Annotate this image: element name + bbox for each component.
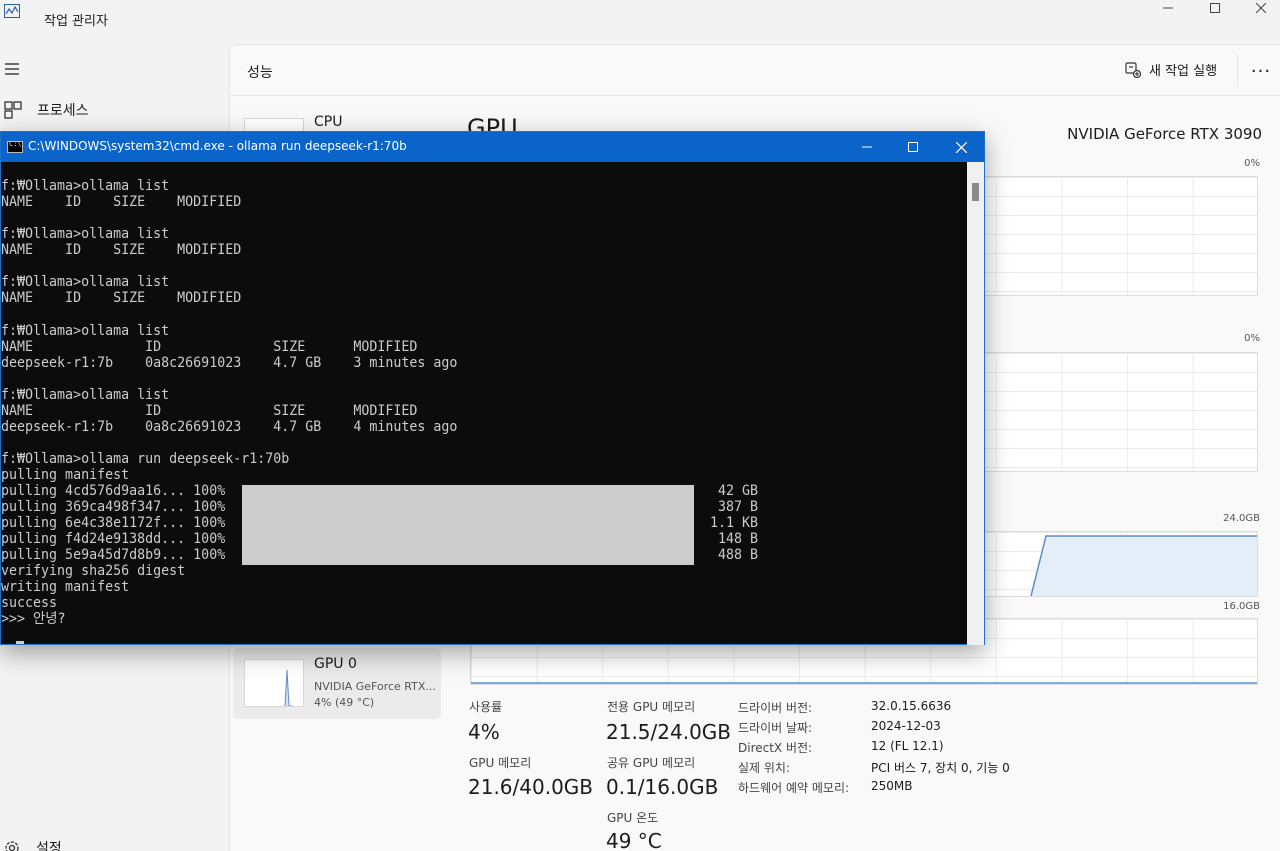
run-task-label: 새 작업 실행 <box>1149 64 1218 79</box>
run-new-task-button[interactable]: 새 작업 실행 <box>1125 60 1217 79</box>
pull-size: 148 B <box>718 531 759 547</box>
perf-card-gpu0[interactable]: GPU 0 NVIDIA GeForce RTX... 4% (49 °C) <box>233 648 441 719</box>
gpu0-mini-sparkline <box>284 669 293 707</box>
cmd-console-output[interactable]: f:₩Ollama>ollama list NAME ID SIZE MODIF… <box>1 178 967 645</box>
chart1-max-label: 0% <box>1244 158 1260 169</box>
run-task-icon <box>1125 61 1141 78</box>
console-line: f:₩Ollama>ollama list <box>1 178 170 194</box>
console-line: deepseek-r1:7b 0a8c26691023 4.7 GB 3 min… <box>1 355 458 371</box>
nav-settings[interactable]: 설정 <box>3 838 62 851</box>
gpu-temp-label: GPU 온도 <box>607 811 659 825</box>
chart2-max-label: 0% <box>1244 333 1260 344</box>
task-manager-icon <box>4 4 20 18</box>
driver-date-value: 2024-12-03 <box>871 719 941 733</box>
reserved-memory-value: 250MB <box>871 779 913 793</box>
console-line: success <box>1 595 58 611</box>
shared-memory-value: 0.1/16.0GB <box>606 775 719 799</box>
page-title: 성능 <box>247 65 273 81</box>
gpu0-card-name: GPU 0 <box>314 656 357 672</box>
usage-label: 사용률 <box>469 700 503 714</box>
gpu0-card-model: NVIDIA GeForce RTX... <box>314 680 436 693</box>
shared-memory-label: 공유 GPU 메모리 <box>607 756 696 770</box>
maximize-icon <box>908 142 918 152</box>
shared-mem-max-label: 16.0GB <box>1223 601 1260 612</box>
minimize-icon <box>1163 7 1173 9</box>
gpu0-card-usage: 4% (49 °C) <box>314 696 375 709</box>
directx-version-value: 12 (FL 12.1) <box>871 739 944 753</box>
cmd-window[interactable]: C:\ C:\WINDOWS\system32\cmd.exe - ollama… <box>0 131 985 645</box>
close-icon <box>1256 3 1266 13</box>
console-line: NAME ID SIZE MODIFIED <box>1 194 242 210</box>
physical-location-label: 실제 위치: <box>738 761 791 775</box>
console-line: NAME ID SIZE MODIFIED <box>1 403 418 419</box>
pull-line: pulling 5e9a45d7d8b9... 100% <box>1 547 226 563</box>
gpu-temp-value: 49 °C <box>606 829 662 851</box>
nav-settings-label: 설정 <box>36 841 62 851</box>
console-line: writing manifest <box>1 579 130 595</box>
maximize-icon <box>1210 3 1220 13</box>
processes-icon <box>4 101 22 119</box>
cmd-window-title: C:\WINDOWS\system32\cmd.exe - ollama run… <box>28 139 407 153</box>
taskmgr-titlebar: 작업 관리자 <box>0 0 1280 40</box>
console-line: f:₩Ollama>ollama list <box>1 226 170 242</box>
hamburger-menu-icon[interactable] <box>4 62 20 76</box>
more-options-button[interactable]: ... <box>1247 58 1275 82</box>
cmd-icon: C:\ <box>7 140 23 153</box>
pull-line: pulling 6e4c38e1172f... 100% <box>1 515 226 531</box>
minimize-button[interactable] <box>1145 0 1191 16</box>
close-button[interactable] <box>1238 0 1280 16</box>
window-title: 작업 관리자 <box>44 14 108 29</box>
reserved-memory-label: 하드웨어 예약 메모리: <box>738 781 850 795</box>
console-line: f:₩Ollama>ollama run deepseek-r1:70b <box>1 451 290 467</box>
gpu0-mini-graph <box>244 659 304 707</box>
cmd-scrollbar[interactable] <box>967 162 984 645</box>
gpu-memory-label: GPU 메모리 <box>469 756 532 770</box>
download-progress-bars <box>242 485 694 565</box>
cmd-icon-text: C:\ <box>9 140 22 148</box>
gear-icon <box>5 841 19 851</box>
minimize-icon <box>862 146 872 148</box>
dedicated-mem-max-label: 24.0GB <box>1223 513 1260 524</box>
pull-size: 387 B <box>718 499 759 515</box>
pull-line: pulling f4d24e9138dd... 100% <box>1 531 226 547</box>
dedicated-memory-label: 전용 GPU 메모리 <box>607 700 696 714</box>
header-separator <box>1237 54 1238 86</box>
cmd-maximize-button[interactable] <box>890 132 936 162</box>
cpu-card-name: CPU <box>314 114 343 130</box>
console-line: f:₩Ollama>ollama list <box>1 387 170 403</box>
driver-version-label: 드라이버 버전: <box>738 701 813 715</box>
gpu-model-name: NVIDIA GeForce RTX 3090 <box>1067 125 1262 143</box>
directx-version-label: DirectX 버전: <box>738 741 813 755</box>
gpu-memory-value: 21.6/40.0GB <box>468 775 594 799</box>
console-line: deepseek-r1:7b 0a8c26691023 4.7 GB 4 min… <box>1 419 458 435</box>
cmd-scrollbar-thumb[interactable] <box>972 183 979 201</box>
nav-processes[interactable]: 프로세스 <box>0 100 89 120</box>
pull-size: 1.1 KB <box>710 515 759 531</box>
driver-version-value: 32.0.15.6636 <box>871 699 952 713</box>
close-icon <box>955 141 967 153</box>
pull-size: 42 GB <box>710 483 759 499</box>
nav-processes-label: 프로세스 <box>37 103 89 119</box>
console-line: NAME ID SIZE MODIFIED <box>1 242 242 258</box>
cmd-close-button[interactable] <box>938 132 984 162</box>
usage-value: 4% <box>468 720 500 744</box>
physical-location-value: PCI 버스 7, 장치 0, 기능 0 <box>871 761 1010 775</box>
pull-line: pulling 4cd576d9aa16... 100% <box>1 483 226 499</box>
cmd-minimize-button[interactable] <box>844 132 890 162</box>
console-prompt-line: >>> 안녕? <box>1 611 66 627</box>
content-header: 성능 새 작업 실행 ... <box>229 44 1280 96</box>
pull-line: pulling 369ca498f347... 100% <box>1 499 226 515</box>
console-line: f:₩Ollama>ollama list <box>1 274 170 290</box>
pull-size: 488 B <box>718 547 759 563</box>
console-cursor <box>16 641 24 644</box>
driver-date-label: 드라이버 날짜: <box>738 721 813 735</box>
console-line: pulling manifest <box>1 467 130 483</box>
dedicated-memory-value: 21.5/24.0GB <box>606 720 732 744</box>
maximize-button[interactable] <box>1192 0 1238 16</box>
console-line: f:₩Ollama>ollama list <box>1 323 170 339</box>
console-line: NAME ID SIZE MODIFIED <box>1 339 418 355</box>
console-line: NAME ID SIZE MODIFIED <box>1 290 242 306</box>
cmd-titlebar[interactable]: C:\ C:\WINDOWS\system32\cmd.exe - ollama… <box>1 132 984 162</box>
console-line: verifying sha256 digest <box>1 563 186 579</box>
